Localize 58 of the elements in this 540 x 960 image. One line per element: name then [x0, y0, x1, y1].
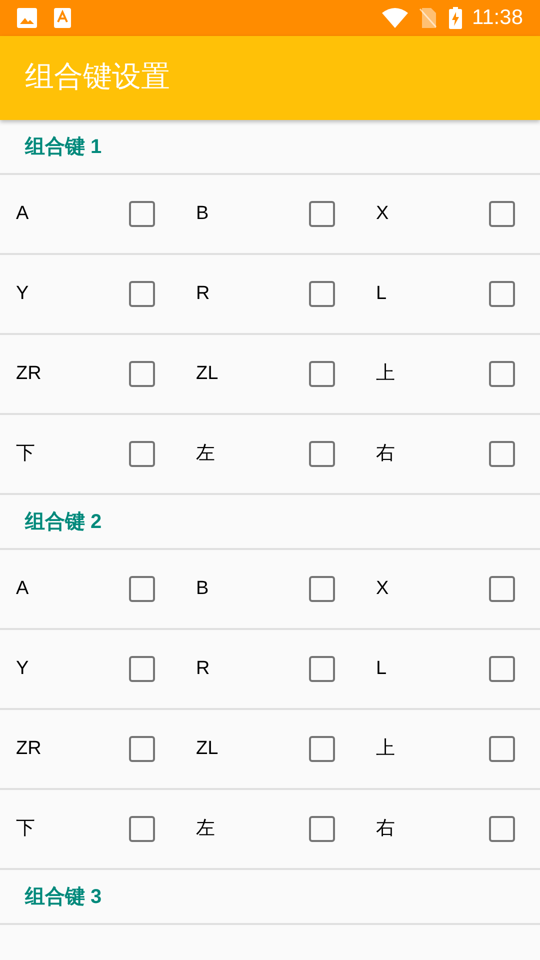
option-label: A [16, 576, 30, 601]
checkbox[interactable] [489, 441, 515, 467]
option-label: ZR [16, 736, 42, 761]
checkbox[interactable] [489, 576, 515, 602]
option-label: L [376, 282, 388, 306]
clock: 11:38 [472, 5, 523, 32]
option-label: Y [16, 656, 30, 681]
option-label: 上 [376, 736, 396, 761]
option-label: R [196, 656, 211, 681]
option-label: B [196, 202, 210, 226]
section-header: 组合键 2 [25, 510, 102, 534]
option-label: 下 [16, 816, 36, 841]
option-label: R [196, 282, 211, 306]
checkbox[interactable] [309, 361, 335, 387]
option-label: ZL [196, 736, 220, 761]
option-label: L [376, 656, 388, 681]
checkbox[interactable] [129, 441, 155, 467]
checkbox[interactable] [309, 736, 335, 762]
checkbox[interactable] [489, 361, 515, 387]
checkbox[interactable] [129, 736, 155, 762]
checkbox[interactable] [489, 656, 515, 682]
checkbox[interactable] [489, 736, 515, 762]
checkbox[interactable] [309, 576, 335, 602]
checkbox[interactable] [129, 201, 155, 227]
option-label: 下 [16, 442, 36, 466]
option-label: 左 [196, 816, 216, 841]
checkbox[interactable] [489, 816, 515, 842]
checkbox[interactable] [489, 281, 515, 307]
option-label: 左 [196, 442, 216, 466]
checkbox[interactable] [309, 201, 335, 227]
checkbox[interactable] [129, 816, 155, 842]
option-label: ZR [16, 362, 42, 386]
option-label: 上 [376, 362, 396, 386]
checkbox[interactable] [309, 816, 335, 842]
checkbox[interactable] [309, 441, 335, 467]
option-label: X [376, 202, 390, 226]
checkbox[interactable] [129, 361, 155, 387]
checkbox[interactable] [309, 281, 335, 307]
checkbox[interactable] [129, 281, 155, 307]
checkbox[interactable] [129, 656, 155, 682]
section-header: 组合键 3 [25, 884, 102, 910]
option-label: B [196, 576, 210, 601]
option-label: 右 [376, 442, 396, 466]
wifi-icon [382, 8, 408, 28]
checkbox[interactable] [129, 576, 155, 602]
option-label: 右 [376, 816, 396, 841]
option-label: A [16, 202, 30, 226]
battery-charging-icon [449, 7, 462, 29]
letter-app-icon [54, 8, 71, 28]
option-label: Y [16, 282, 30, 306]
checkbox[interactable] [309, 656, 335, 682]
app-bar-title: 组合键设置 [25, 60, 170, 96]
option-label: ZL [196, 362, 220, 386]
option-label: X [376, 576, 390, 601]
no-sim-icon [419, 8, 437, 28]
checkbox[interactable] [489, 201, 515, 227]
section-header: 组合键 1 [25, 134, 102, 160]
image-icon [17, 8, 37, 28]
